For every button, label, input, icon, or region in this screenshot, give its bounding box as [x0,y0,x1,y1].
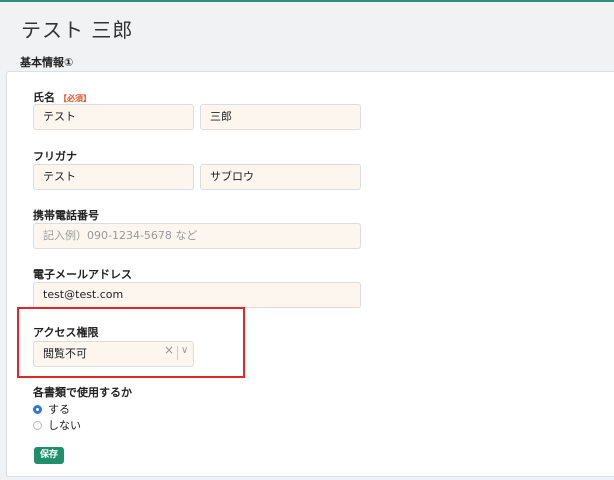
chevron-down-icon[interactable]: ∨ [181,345,188,356]
required-badge: 【必須】 [59,94,91,103]
email-input[interactable]: test@test.com [33,282,361,308]
save-button[interactable]: 保存 [34,447,64,464]
kana-label: フリガナ [33,150,77,163]
clear-icon[interactable]: × [164,343,174,357]
page-title: テスト 三郎 [21,18,134,42]
radio-unchecked-icon[interactable] [33,420,42,430]
first-name-input[interactable]: 三郎 [200,104,361,130]
radio-checked-icon[interactable] [33,404,42,414]
top-accent-line [0,0,614,2]
phone-input[interactable]: 記入例）090-1234-5678 など [33,223,361,249]
email-label: 電子メールアドレス [33,268,132,281]
name-label-text: 氏名 [33,91,55,104]
name-label: 氏名 【必須】 [33,89,91,105]
usage-option-yes[interactable]: する [33,401,70,417]
first-name-kana-input[interactable]: サブロウ [200,164,361,190]
last-name-input[interactable]: テスト [33,104,194,130]
section-title: 基本情報① [20,56,74,69]
last-name-kana-input[interactable]: テスト [33,164,194,190]
select-separator [177,346,178,360]
phone-label: 携帯電話番号 [33,209,99,222]
access-label: アクセス権限 [33,326,99,339]
usage-option-no-label: しない [48,419,81,432]
usage-option-yes-label: する [48,403,70,416]
usage-option-no[interactable]: しない [33,417,81,433]
usage-label: 各書類で使用するか [33,386,132,399]
